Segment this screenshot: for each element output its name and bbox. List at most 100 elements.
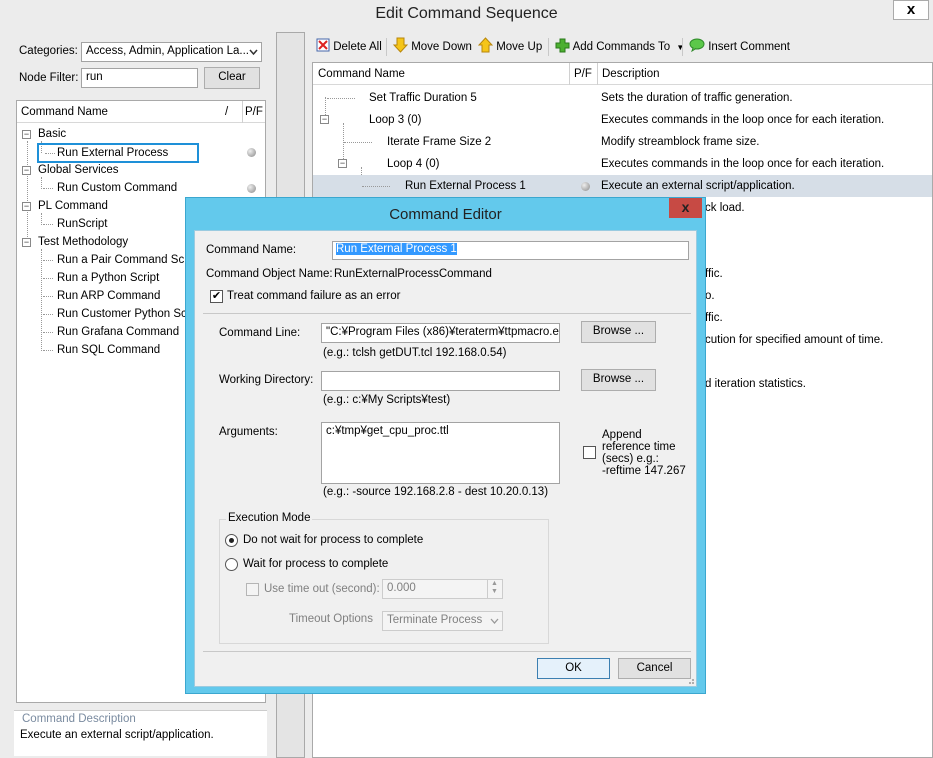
collapse-icon[interactable]: − xyxy=(22,238,31,247)
command-line-input[interactable]: "C:¥Program Files (x86)¥teraterm¥ttpmacr… xyxy=(321,323,560,343)
collapse-icon[interactable]: − xyxy=(22,166,31,175)
collapse-icon[interactable]: − xyxy=(338,159,347,168)
browse-command-line-button[interactable]: Browse ... xyxy=(581,321,656,343)
command-name-input[interactable]: Run External Process 1 xyxy=(332,241,689,260)
delete-all-button[interactable]: Delete All xyxy=(316,36,382,58)
tree-group-label: Test Methodology xyxy=(38,236,129,248)
insert-comment-button[interactable]: Insert Comment xyxy=(689,36,790,58)
tree-connector xyxy=(27,141,28,243)
command-object-name-label: Command Object Name: xyxy=(206,268,333,280)
comment-bubble-icon xyxy=(689,38,708,53)
command-editor-dialog: Command Editor x Command Name: Run Exter… xyxy=(185,197,706,694)
append-line: (secs) e.g.: xyxy=(602,453,659,465)
sequence-row-desc: Execute an external script/application. xyxy=(601,180,795,192)
sequence-row-desc: ffic. xyxy=(705,312,723,324)
seq-col-desc[interactable]: Description xyxy=(602,63,660,85)
tree-col-name[interactable]: Command Name xyxy=(21,106,108,118)
collapse-icon[interactable]: − xyxy=(22,130,31,139)
tree-item-label: Run External Process xyxy=(57,147,169,159)
seq-col-name[interactable]: Command Name xyxy=(318,63,405,85)
no-wait-radio[interactable] xyxy=(225,534,238,547)
ok-button[interactable]: OK xyxy=(537,658,610,679)
collapse-icon[interactable]: − xyxy=(320,115,329,124)
tree-col-pf[interactable]: P/F xyxy=(245,106,263,118)
toolbar-separator xyxy=(386,38,387,56)
tree-col-divider xyxy=(242,101,243,123)
arguments-example: (e.g.: -source 192.168.2.8 - dest 10.20.… xyxy=(323,486,549,498)
node-filter-input[interactable]: run xyxy=(81,68,198,88)
arguments-label: Arguments: xyxy=(219,426,278,438)
timeout-options-dropdown[interactable]: Terminate Process xyxy=(382,611,503,631)
tree-item-run-external-process[interactable]: Run External Process xyxy=(37,143,199,163)
clear-button[interactable]: Clear xyxy=(204,67,260,89)
window-close-button[interactable]: x xyxy=(893,0,929,20)
window-title: Edit Command Sequence xyxy=(375,5,558,22)
arguments-textarea[interactable]: c:¥tmp¥get_cpu_proc.ttl xyxy=(321,422,560,484)
tree-item-label: Run Custom Command xyxy=(57,182,178,194)
move-up-button[interactable]: Move Up xyxy=(477,36,542,58)
tree-item-label: Run a Pair Command Script xyxy=(57,254,201,266)
tree-header: Command Name / P/F xyxy=(17,101,265,123)
sequence-row-desc: ffic. xyxy=(705,268,723,280)
sequence-row-name: Set Traffic Duration 5 xyxy=(369,92,477,104)
sequence-row-desc: Modify streamblock frame size. xyxy=(601,136,760,148)
tree-connector xyxy=(41,249,42,351)
execution-mode-label: Execution Mode xyxy=(226,512,313,524)
sequence-row[interactable]: Iterate Frame Size 2 Modify streamblock … xyxy=(313,131,932,153)
append-line: reference time xyxy=(602,441,676,453)
tree-item-label: Run Grafana Command xyxy=(57,326,180,338)
command-name-label: Command Name: xyxy=(206,244,297,256)
chevron-down-icon xyxy=(490,612,499,630)
sequence-row-name: Iterate Frame Size 2 xyxy=(387,136,492,148)
toolbar-separator xyxy=(548,38,549,56)
sequence-header: Command Name P/F Description xyxy=(313,63,932,85)
move-down-button[interactable]: Move Down xyxy=(392,36,472,58)
append-line: Append xyxy=(602,429,642,441)
browse-working-directory-button[interactable]: Browse ... xyxy=(581,369,656,391)
sequence-row[interactable]: − Loop 4 (0) Executes commands in the lo… xyxy=(313,153,932,175)
append-reference-time-checkbox[interactable] xyxy=(583,446,596,459)
command-line-label: Command Line: xyxy=(219,327,301,339)
command-line-example: (e.g.: tclsh getDUT.tcl 192.168.0.54) xyxy=(323,347,507,359)
arrow-down-icon xyxy=(392,37,411,53)
add-commands-to-button[interactable]: Add Commands To ▼ xyxy=(555,36,684,58)
collapse-icon[interactable]: − xyxy=(22,202,31,211)
chevron-down-icon xyxy=(249,43,258,61)
sequence-row-desc: Executes commands in the loop once for e… xyxy=(601,158,885,170)
sequence-row-selected[interactable]: Run External Process 1 Execute an extern… xyxy=(313,175,932,197)
sequence-row-desc: d iteration statistics. xyxy=(705,378,806,390)
timeout-spinner[interactable]: 0.000 ▲ ▼ xyxy=(382,579,503,599)
sequence-row-name: Loop 3 (0) xyxy=(369,114,422,126)
tree-item-label: RunScript xyxy=(57,218,108,230)
working-directory-input[interactable] xyxy=(321,371,560,391)
categories-dropdown[interactable]: Access, Admin, Application La... xyxy=(81,42,262,62)
command-description-title: Command Description xyxy=(22,713,136,725)
column-divider xyxy=(569,63,570,85)
wait-label: Wait for process to complete xyxy=(243,558,389,570)
pf-status-icon xyxy=(247,148,256,157)
timeout-value: 0.000 xyxy=(387,582,416,594)
sequence-row[interactable]: Set Traffic Duration 5 Sets the duration… xyxy=(313,87,932,109)
dialog-body: Command Name: Run External Process 1 Com… xyxy=(194,230,697,687)
treat-failure-label: Treat command failure as an error xyxy=(227,290,401,302)
sequence-row-desc: cution for specified amount of time. xyxy=(705,334,884,346)
dialog-title: Command Editor xyxy=(389,206,502,223)
sequence-row[interactable]: − Loop 3 (0) Executes commands in the lo… xyxy=(313,109,932,131)
dropdown-arrow-icon: ▼ xyxy=(676,43,685,52)
cancel-button[interactable]: Cancel xyxy=(618,658,691,679)
use-timeout-label: Use time out (second): xyxy=(264,583,380,595)
treat-failure-checkbox[interactable]: ✔ xyxy=(210,290,223,303)
dialog-close-button[interactable]: x xyxy=(669,198,702,218)
wait-radio[interactable] xyxy=(225,558,238,571)
sequence-row-desc: Sets the duration of traffic generation. xyxy=(601,92,793,104)
seq-col-pf[interactable]: P/F xyxy=(574,63,592,85)
resize-grip-icon[interactable] xyxy=(685,675,695,685)
column-divider xyxy=(597,63,598,85)
tree-group-label: Basic xyxy=(38,128,67,140)
move-down-label: Move Down xyxy=(411,41,472,53)
spinner-arrows-icon[interactable]: ▲ ▼ xyxy=(487,580,501,598)
tree-item-label: Run Customer Python Script xyxy=(57,308,203,320)
tree-item-label: Run SQL Command xyxy=(57,344,161,356)
use-timeout-checkbox[interactable] xyxy=(246,583,259,596)
command-description-text: Execute an external script/application. xyxy=(20,729,214,741)
